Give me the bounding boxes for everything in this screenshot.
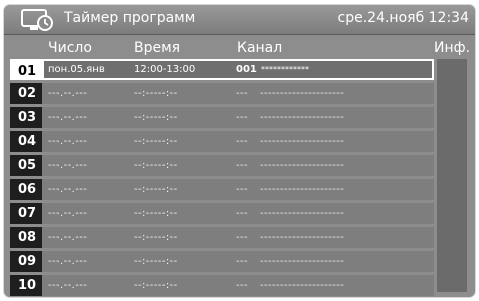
row-channel-name: --------------------- xyxy=(260,112,345,123)
row-channel-number: --- xyxy=(236,232,249,243)
row-details[interactable]: ---.--.--- --:-----:-- --- -------------… xyxy=(42,131,434,152)
row-details[interactable]: пон.05.янв 12:00-13:00 001 ************ xyxy=(42,59,434,80)
timer-row[interactable]: 01 пон.05.янв 12:00-13:00 001 **********… xyxy=(4,59,434,80)
row-channel-name: --------------------- xyxy=(260,232,345,243)
column-header-info: Инф. xyxy=(434,40,471,56)
row-number: 10 xyxy=(10,275,42,296)
row-channel-name: --------------------- xyxy=(260,256,345,267)
row-channel-name: --------------------- xyxy=(260,88,345,99)
timer-row[interactable]: 09 ---.--.--- --:-----:-- --- ----------… xyxy=(4,251,434,272)
row-channel-number: --- xyxy=(236,184,249,195)
column-header-time: Время xyxy=(134,40,181,56)
row-channel-number: --- xyxy=(236,208,249,219)
row-time: --:-----:-- xyxy=(134,184,178,195)
row-time: --:-----:-- xyxy=(134,232,178,243)
row-number: 04 xyxy=(10,131,42,152)
timer-row[interactable]: 07 ---.--.--- --:-----:-- --- ----------… xyxy=(4,203,434,224)
row-time: --:-----:-- xyxy=(134,136,178,147)
timer-row[interactable]: 08 ---.--.--- --:-----:-- --- ----------… xyxy=(4,227,434,248)
info-column[interactable] xyxy=(437,59,467,292)
row-time: --:-----:-- xyxy=(134,160,178,171)
row-details[interactable]: ---.--.--- --:-----:-- --- -------------… xyxy=(42,227,434,248)
timer-row[interactable]: 06 ---.--.--- --:-----:-- --- ----------… xyxy=(4,179,434,200)
current-datetime: сре.24.нояб 12:34 xyxy=(337,10,469,26)
row-number: 02 xyxy=(10,83,42,104)
row-number: 03 xyxy=(10,107,42,128)
row-date: ---.--.--- xyxy=(48,280,88,291)
column-header-date: Число xyxy=(48,40,92,56)
window-title: Таймер программ xyxy=(64,10,196,26)
row-channel-name: --------------------- xyxy=(260,280,345,291)
row-channel-number: --- xyxy=(236,280,249,291)
row-channel-name: --------------------- xyxy=(260,208,345,219)
row-date: ---.--.--- xyxy=(48,184,88,195)
row-date: ---.--.--- xyxy=(48,160,88,171)
row-date: ---.--.--- xyxy=(48,112,88,123)
row-number: 01 xyxy=(10,59,42,80)
row-date: пон.05.янв xyxy=(48,64,105,75)
row-time: 12:00-13:00 xyxy=(134,64,196,75)
row-channel-number: --- xyxy=(236,136,249,147)
row-number: 07 xyxy=(10,203,42,224)
row-number: 09 xyxy=(10,251,42,272)
tv-timer-icon xyxy=(21,9,53,31)
row-details[interactable]: ---.--.--- --:-----:-- --- -------------… xyxy=(42,275,434,296)
row-details[interactable]: ---.--.--- --:-----:-- --- -------------… xyxy=(42,155,434,176)
row-details[interactable]: ---.--.--- --:-----:-- --- -------------… xyxy=(42,203,434,224)
row-number: 08 xyxy=(10,227,42,248)
row-channel-name: --------------------- xyxy=(260,184,345,195)
row-date: ---.--.--- xyxy=(48,232,88,243)
timer-row[interactable]: 02 ---.--.--- --:-----:-- --- ----------… xyxy=(4,83,434,104)
row-date: ---.--.--- xyxy=(48,208,88,219)
row-details[interactable]: ---.--.--- --:-----:-- --- -------------… xyxy=(42,107,434,128)
row-channel-name: --------------------- xyxy=(260,160,345,171)
row-channel-number: --- xyxy=(236,112,249,123)
timer-row[interactable]: 04 ---.--.--- --:-----:-- --- ----------… xyxy=(4,131,434,152)
row-details[interactable]: ---.--.--- --:-----:-- --- -------------… xyxy=(42,179,434,200)
row-channel-number: --- xyxy=(236,160,249,171)
row-channel-number: --- xyxy=(236,88,249,99)
row-channel-name: ************ xyxy=(261,65,309,74)
timer-row[interactable]: 05 ---.--.--- --:-----:-- --- ----------… xyxy=(4,155,434,176)
row-date: ---.--.--- xyxy=(48,136,88,147)
row-number: 05 xyxy=(10,155,42,176)
row-time: --:-----:-- xyxy=(134,256,178,267)
row-details[interactable]: ---.--.--- --:-----:-- --- -------------… xyxy=(42,251,434,272)
row-channel-name: --------------------- xyxy=(260,136,345,147)
row-time: --:-----:-- xyxy=(134,280,178,291)
row-time: --:-----:-- xyxy=(134,88,178,99)
row-number: 06 xyxy=(10,179,42,200)
row-date: ---.--.--- xyxy=(48,88,88,99)
title-bar: Таймер программ сре.24.нояб 12:34 xyxy=(4,5,475,35)
row-date: ---.--.--- xyxy=(48,256,88,267)
column-header-channel: Канал xyxy=(237,40,283,56)
timer-row[interactable]: 03 ---.--.--- --:-----:-- --- ----------… xyxy=(4,107,434,128)
row-channel-number: 001 xyxy=(236,64,257,75)
row-time: --:-----:-- xyxy=(134,112,178,123)
row-time: --:-----:-- xyxy=(134,208,178,219)
row-channel-number: --- xyxy=(236,256,249,267)
program-timer-window: Таймер программ сре.24.нояб 12:34 Число … xyxy=(4,5,475,297)
row-details[interactable]: ---.--.--- --:-----:-- --- -------------… xyxy=(42,83,434,104)
timer-row[interactable]: 10 ---.--.--- --:-----:-- --- ----------… xyxy=(4,275,434,296)
